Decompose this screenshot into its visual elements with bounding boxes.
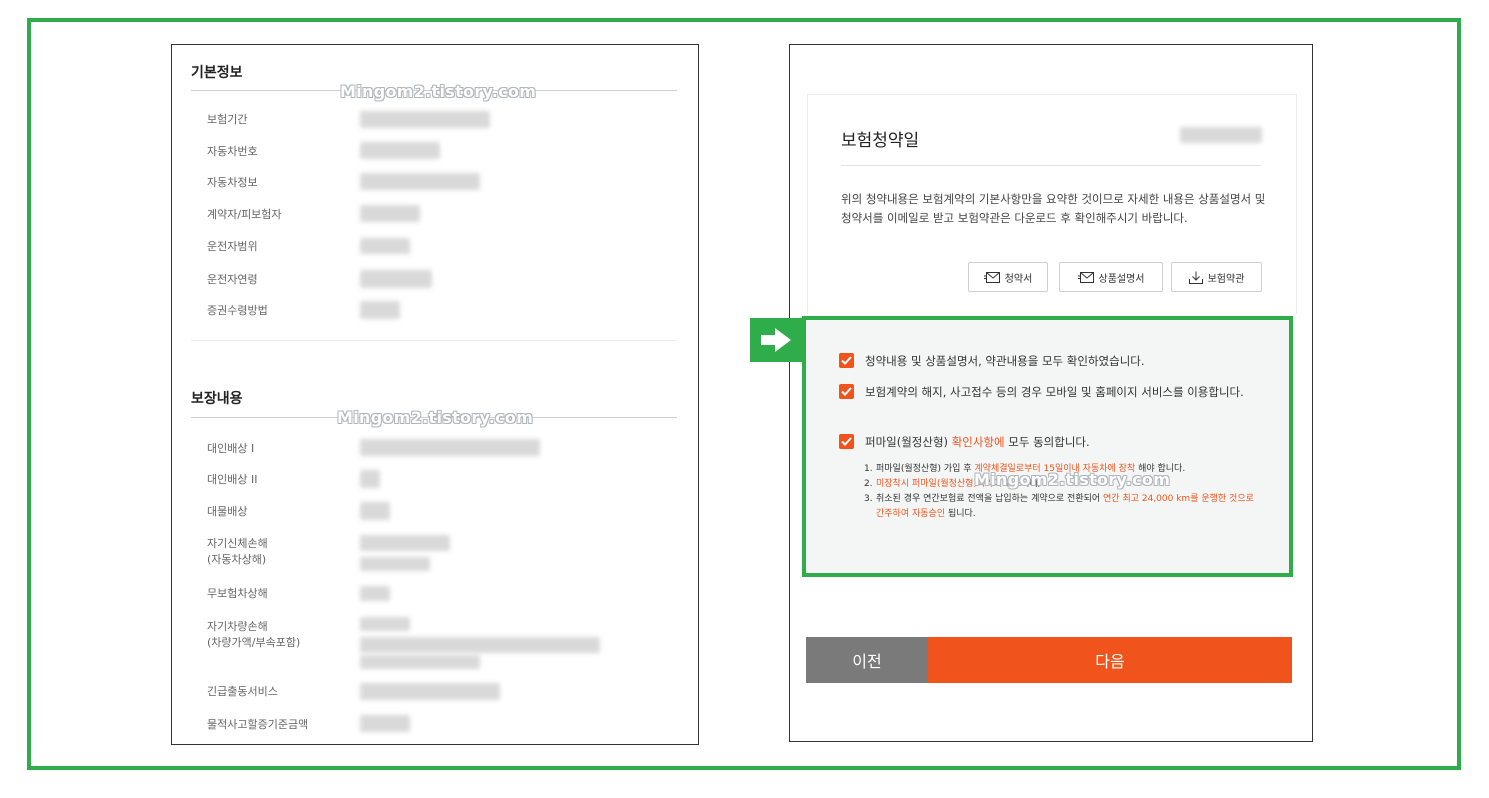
contract-description: 위의 청약내용은 보험계약의 기본사항만을 요약한 것이므로 자세한 내용은 상… — [841, 192, 1266, 225]
watermark: Mingom2.tistory.com — [337, 408, 534, 427]
terms-button-label: 보험약관 — [1207, 273, 1245, 285]
row-label-car-info: 자동차정보 — [207, 176, 258, 189]
blurred-value — [360, 715, 410, 732]
product-description-button-label: 상품설명서 — [1098, 273, 1145, 285]
blurred-value — [360, 439, 540, 456]
row-label-policyholder: 계약자/피보험자 — [207, 208, 282, 221]
prev-button[interactable]: 이전 — [806, 637, 928, 683]
row-label-own-vehicle-sub: (차량가액/부속포함) — [207, 636, 301, 649]
blurred-value — [360, 111, 490, 128]
notice-number: 1. — [864, 464, 873, 474]
download-icon — [1188, 271, 1203, 284]
notice-plain: 됩니다. — [945, 509, 976, 519]
agree-mobile-text: 보험계약의 해지, 사고접수 등의 경우 모바일 및 홈페이지 서비스를 이용합… — [865, 385, 1244, 399]
row-label-period: 보험기간 — [207, 113, 248, 126]
row-label-emergency: 긴급출동서비스 — [207, 685, 278, 698]
permile-suffix: 모두 동의합니다. — [1004, 435, 1090, 449]
row-label-self-injury: 자기신체손해 — [207, 537, 268, 550]
contract-card: 보험청약일 위의 청약내용은 보험계약의 기본사항만을 요약한 것이므로 자세한… — [807, 94, 1297, 314]
blurred-value — [360, 617, 410, 631]
pointer-arrow-tab — [750, 318, 802, 362]
application-email-button[interactable]: 청약서 — [968, 262, 1048, 292]
blurred-value — [360, 173, 480, 190]
row-label-self-injury-sub: (자동차상해) — [207, 553, 267, 566]
arrow-right-icon — [761, 328, 791, 356]
product-description-email-button[interactable]: 상품설명서 — [1059, 262, 1163, 292]
blurred-value — [360, 142, 440, 159]
agree-confirm-text: 청약내용 및 상품설명서, 약관내용을 모두 확인하였습니다. — [865, 354, 1145, 368]
blurred-value — [360, 205, 420, 222]
row-label-own-vehicle: 자기차량손해 — [207, 620, 268, 633]
blurred-value — [360, 535, 450, 551]
watermark: Mingom2.tistory.com — [340, 82, 537, 101]
blurred-value — [360, 470, 380, 488]
agree-permile-row[interactable]: 퍼마일(월정산형) 확인사항에 모두 동의합니다. — [839, 433, 1250, 452]
checkbox-checked-icon[interactable] — [839, 434, 854, 449]
watermark: Mingom2.tistory.com — [974, 470, 1171, 489]
notice-number: 3. — [864, 494, 873, 504]
application-button-label: 청약서 — [1004, 273, 1033, 285]
blurred-value — [360, 270, 432, 288]
checkbox-checked-icon[interactable] — [839, 353, 854, 368]
row-label-driver-range: 운전자범위 — [207, 240, 258, 253]
row-label-property: 대물배상 — [207, 505, 248, 518]
notice-item: 3. 취소된 경우 연간보험료 전액을 납입하는 계약으로 전환되어 연간 최고… — [864, 492, 1259, 522]
blurred-value — [360, 557, 430, 571]
summary-panel: 기본정보 Mingom2.tistory.com 보험기간 자동차번호 자동차정… — [171, 44, 699, 745]
row-label-uninsured: 무보험차상해 — [207, 587, 268, 600]
notice-plain: 퍼마일(월정산형) 가입 후 — [876, 464, 975, 474]
row-label-car-number: 자동차번호 — [207, 145, 258, 158]
notice-plain: 취소된 경우 연간보험료 전액을 납입하는 계약으로 전환되어 — [876, 494, 1104, 504]
contract-date-title: 보험청약일 — [841, 131, 920, 151]
mail-icon — [983, 271, 1000, 283]
agree-permile-text: 퍼마일(월정산형) 확인사항에 모두 동의합니다. — [865, 433, 1250, 452]
checkbox-checked-icon[interactable] — [839, 384, 854, 399]
notice-text: 취소된 경우 연간보험료 전액을 납입하는 계약으로 전환되어 연간 최고 24… — [876, 492, 1259, 522]
agree-mobile-row[interactable]: 보험계약의 해지, 사고접수 등의 경우 모바일 및 홈페이지 서비스를 이용합… — [839, 383, 1250, 402]
blurred-value — [360, 586, 390, 601]
mail-icon — [1077, 271, 1094, 283]
coverage-title: 보장내용 — [191, 391, 243, 407]
blurred-value — [360, 683, 500, 700]
blurred-date — [1180, 127, 1262, 143]
notice-number: 2. — [864, 479, 873, 489]
agreement-box: 청약내용 및 상품설명서, 약관내용을 모두 확인하였습니다. 보험계약의 해지… — [802, 316, 1293, 577]
basic-info-title: 기본정보 — [191, 65, 243, 81]
row-label-bodily-2: 대인배상 II — [207, 473, 258, 486]
next-button[interactable]: 다음 — [928, 637, 1292, 683]
card-divider — [841, 165, 1261, 166]
blurred-value — [360, 301, 400, 319]
row-label-driver-age: 운전자연령 — [207, 273, 258, 286]
agree-confirm-row[interactable]: 청약내용 및 상품설명서, 약관내용을 모두 확인하였습니다. — [839, 352, 1250, 371]
blurred-value — [360, 238, 410, 254]
blurred-value — [360, 655, 480, 669]
permile-prefix: 퍼마일(월정산형) — [865, 435, 952, 449]
row-label-bodily-1: 대인배상 I — [207, 442, 255, 455]
terms-download-button[interactable]: 보험약관 — [1171, 262, 1262, 292]
blurred-value — [360, 637, 600, 653]
confirmation-items-link[interactable]: 확인사항에 — [952, 435, 1005, 449]
blurred-value — [360, 502, 390, 520]
row-label-delivery-method: 증권수령방법 — [207, 304, 268, 317]
section-divider — [191, 340, 677, 341]
row-label-surcharge: 물적사고할증기준금액 — [207, 718, 309, 731]
